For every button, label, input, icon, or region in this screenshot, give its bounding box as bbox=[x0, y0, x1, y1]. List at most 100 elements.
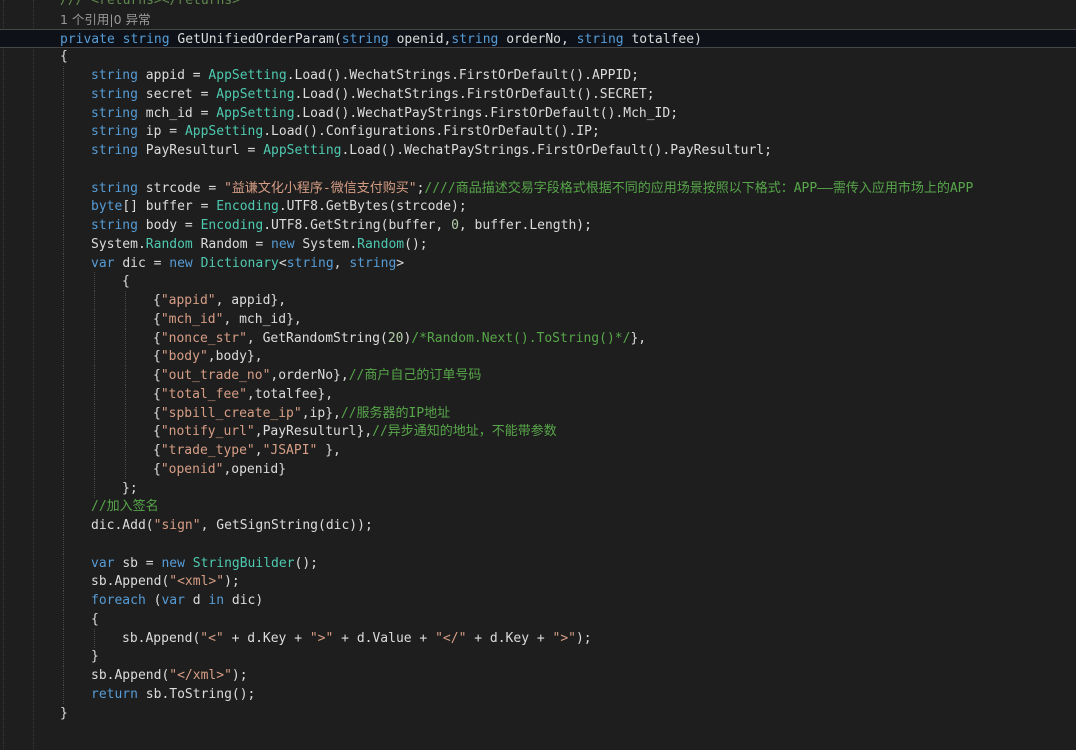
code-text: { bbox=[60, 47, 68, 66]
code-line[interactable]: string secret = AppSetting.Load().Wechat… bbox=[0, 84, 1076, 104]
code-token: GetUnifiedOrderParam bbox=[177, 31, 334, 47]
code-line[interactable]: foreach (var d in dic) bbox=[0, 591, 1076, 610]
code-token: Random = bbox=[192, 236, 272, 252]
code-editor[interactable]: /// <returns></returns> 1 个引用|0 异常 private… bbox=[0, 0, 1076, 750]
code-token: ); bbox=[575, 630, 592, 646]
indent-guide bbox=[125, 309, 126, 329]
code-text: var sb = new StringBuilder(); bbox=[91, 554, 318, 573]
code-line[interactable]: dic.Add("sign", GetSignString(dic)); bbox=[0, 516, 1076, 535]
code-line[interactable]: var sb = new StringBuilder(); bbox=[0, 553, 1076, 573]
code-token: ">" bbox=[309, 630, 334, 646]
indent-guide bbox=[94, 309, 95, 329]
code-line[interactable]: {"spbill_create_ip",ip},//服务器的IP地址 bbox=[0, 403, 1076, 423]
code-line[interactable]: sb.Append("<" + d.Key + ">" + d.Value + … bbox=[0, 628, 1076, 648]
indent-guide bbox=[63, 684, 64, 704]
code-token: , bbox=[254, 443, 263, 458]
code-token: ,openid} bbox=[223, 461, 287, 477]
indent-guide bbox=[94, 384, 95, 404]
code-line[interactable]: var dic = new Dictionary<string, string> bbox=[0, 253, 1076, 273]
code-line[interactable]: string appid = AppSetting.Load().WechatS… bbox=[0, 66, 1076, 85]
code-token: sb.Append( bbox=[91, 668, 170, 683]
code-line[interactable]: string body = Encoding.UTF8.GetString(bu… bbox=[0, 216, 1076, 235]
code-line[interactable]: string mch_id = AppSetting.Load().Wechat… bbox=[0, 103, 1076, 123]
code-line[interactable]: //加入签名 bbox=[0, 497, 1076, 517]
code-line[interactable]: byte[] buffer = Encoding.UTF8.GetBytes(s… bbox=[0, 197, 1076, 217]
code-line[interactable]: string ip = AppSetting.Load().Configurat… bbox=[0, 122, 1076, 142]
indent-guide bbox=[125, 384, 126, 404]
code-token: sb.Append( bbox=[91, 574, 170, 590]
indent-guide bbox=[63, 291, 64, 310]
code-line[interactable]: {"appid", appid}, bbox=[0, 291, 1076, 310]
code-line[interactable] bbox=[0, 159, 1076, 179]
code-line[interactable]: System.Random Random = new System.Random… bbox=[0, 234, 1076, 254]
code-token: dic.Add( bbox=[91, 518, 154, 533]
code-text: } bbox=[60, 704, 68, 723]
indent-guide bbox=[94, 328, 95, 348]
code-line[interactable]: sb.Append("</xml>"); bbox=[0, 666, 1076, 685]
code-token: sb.Append( bbox=[122, 630, 201, 646]
code-line[interactable]: {"body",body}, bbox=[0, 347, 1076, 367]
code-text: //加入签名 bbox=[91, 497, 159, 516]
code-line[interactable]: }; bbox=[0, 478, 1076, 498]
code-token: foreach bbox=[91, 593, 154, 608]
code-line[interactable]: sb.Append("<xml>"); bbox=[0, 572, 1076, 592]
code-token: .Load().WechatPayStrings.FirstOrDefault(… bbox=[294, 105, 679, 121]
code-token: }; bbox=[122, 480, 138, 496]
code-token: private bbox=[60, 31, 123, 47]
indent-guide bbox=[63, 328, 64, 348]
code-line[interactable]: private string GetUnifiedOrderParam(stri… bbox=[0, 28, 1076, 48]
code-text: {"total_fee",totalfee}, bbox=[153, 385, 333, 404]
code-line[interactable]: {"nonce_str", GetRandomString(20)/*Rando… bbox=[0, 328, 1076, 348]
indent-guide bbox=[94, 628, 95, 648]
code-token: } bbox=[91, 649, 99, 665]
code-text: string secret = AppSetting.Load().Wechat… bbox=[91, 85, 655, 104]
code-token: ,body}, bbox=[207, 349, 263, 365]
indent-guide bbox=[125, 291, 126, 310]
code-line[interactable] bbox=[0, 534, 1076, 554]
code-text: {"trade_type","JSAPI" }, bbox=[153, 441, 341, 460]
code-token: { bbox=[60, 49, 68, 65]
code-line[interactable]: { bbox=[0, 47, 1076, 66]
indent-guide bbox=[94, 422, 95, 442]
code-token: ,ip}, bbox=[301, 405, 341, 421]
code-line[interactable]: string PayResulturl = AppSetting.Load().… bbox=[0, 141, 1076, 160]
code-line[interactable]: {"mch_id", mch_id}, bbox=[0, 309, 1076, 329]
code-line[interactable]: return sb.ToString(); bbox=[0, 684, 1076, 704]
code-token: //加入签名 bbox=[91, 499, 159, 515]
code-line[interactable]: {"trade_type","JSAPI" }, bbox=[0, 441, 1076, 460]
code-token: PayResulturl = bbox=[145, 143, 264, 158]
indent-guide bbox=[63, 478, 64, 498]
code-token: System. bbox=[302, 236, 358, 252]
code-line[interactable]: {"out_trade_no",orderNo},//商户自己的订单号码 bbox=[0, 366, 1076, 385]
indent-guide bbox=[125, 328, 126, 348]
code-text: foreach (var d in dic) bbox=[91, 591, 263, 610]
code-text: }; bbox=[122, 479, 138, 498]
code-token: .Load().WechatStrings.FirstOrDefault().S… bbox=[294, 86, 655, 102]
code-token: Random bbox=[357, 236, 405, 252]
code-token: , GetRandomString( bbox=[246, 330, 388, 346]
code-line[interactable]: {"notify_url",PayResulturl},//异步通知的地址，不能… bbox=[0, 422, 1076, 442]
code-token: //异步通知的地址，不能带参数 bbox=[372, 424, 557, 440]
code-line[interactable]: /// <returns></returns> bbox=[0, 0, 1076, 10]
code-line[interactable]: {"total_fee",totalfee}, bbox=[0, 384, 1076, 404]
code-token: "openid" bbox=[160, 461, 224, 477]
indent-guide bbox=[94, 366, 95, 385]
code-token: AppSetting bbox=[216, 105, 295, 121]
code-text: sb.Append("<" + d.Key + ">" + d.Value + … bbox=[122, 629, 592, 648]
code-token: { bbox=[153, 293, 161, 308]
codelens-reference-line[interactable]: 1 个引用|0 异常 bbox=[0, 10, 1076, 29]
code-text: sb.Append("<xml>"); bbox=[91, 572, 240, 591]
code-token: ">" bbox=[552, 630, 576, 646]
codelens-text[interactable]: 1 个引用|0 异常 bbox=[60, 12, 151, 27]
code-line[interactable]: } bbox=[0, 704, 1076, 723]
code-token: .UTF8.GetString(buffer, bbox=[263, 218, 452, 233]
code-token: Encoding bbox=[216, 199, 279, 215]
code-line[interactable]: } bbox=[0, 647, 1076, 667]
code-line[interactable]: { bbox=[0, 609, 1076, 629]
code-token: d bbox=[192, 593, 209, 608]
code-token: "appid" bbox=[160, 293, 216, 308]
code-token: "JSAPI" bbox=[262, 443, 318, 458]
code-line[interactable]: {"openid",openid} bbox=[0, 459, 1076, 479]
code-line[interactable]: string strcode = "益谦文化小程序-微信支付购买";////商品… bbox=[0, 178, 1076, 198]
code-line[interactable]: { bbox=[0, 272, 1076, 292]
